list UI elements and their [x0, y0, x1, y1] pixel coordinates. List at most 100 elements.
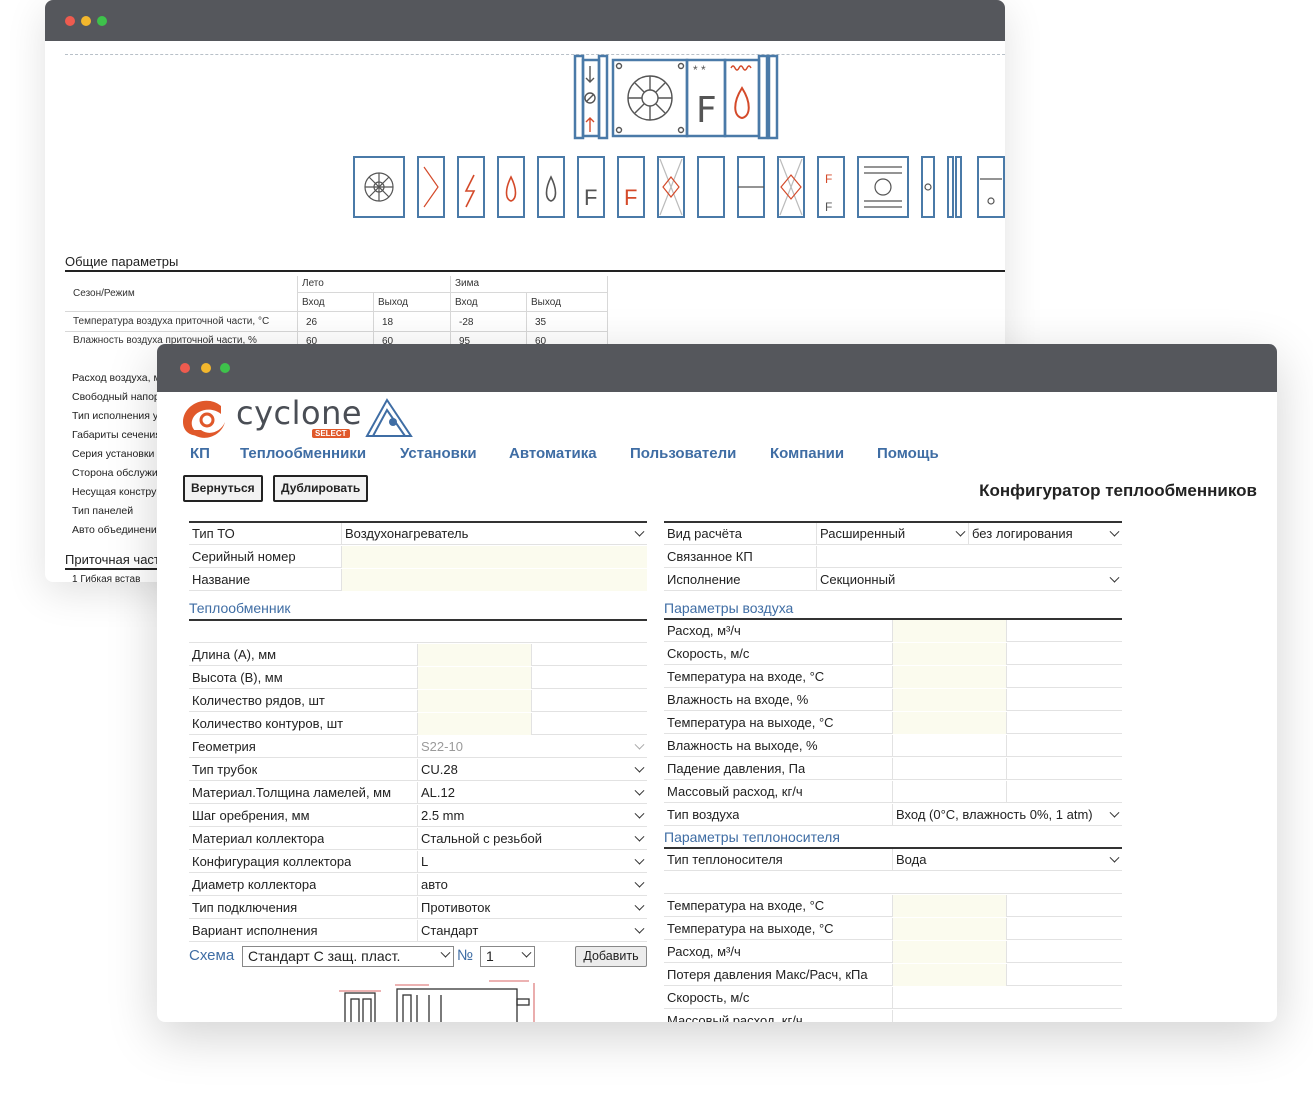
field-label: Материал.Толщина ламелей, мм	[192, 785, 392, 800]
air-flow-input[interactable]	[892, 620, 1006, 642]
collector-material-select[interactable]: Стальной с резьбой	[417, 828, 647, 850]
hx-type-select[interactable]: Воздухонагреватель	[341, 523, 647, 545]
field-label: Высота (В), мм	[192, 670, 283, 685]
scheme-select[interactable]: Стандарт С защ. пласт.	[242, 946, 454, 967]
minimize-dot[interactable]	[81, 16, 91, 26]
air-type-select[interactable]: Вход (0°C, влажность 0%, 1 atm)	[892, 804, 1122, 826]
tube-type-select[interactable]: CU.28	[417, 759, 647, 781]
minimize-dot[interactable]	[201, 363, 211, 373]
field-label: Связанное КП	[667, 549, 753, 564]
form-row-length: Длина (А), мм	[189, 644, 647, 666]
maximize-dot[interactable]	[220, 363, 230, 373]
nav-item-users[interactable]: Пользователи	[630, 445, 736, 462]
nav-item-automation[interactable]: Автоматика	[509, 445, 597, 462]
form-row-collector-config: Конфигурация коллектора L	[189, 851, 647, 873]
window-titlebar	[45, 0, 1005, 41]
divider	[65, 54, 1005, 55]
rows-input[interactable]	[417, 690, 531, 712]
field-label: Количество рядов, шт	[192, 693, 325, 708]
field-label: Тип воздуха	[667, 807, 740, 822]
number-select[interactable]: 1	[480, 946, 535, 967]
nav-item-heat-exchangers[interactable]: Теплообменники	[240, 445, 366, 462]
field-label: Тип ТО	[192, 526, 235, 541]
collector-config-select[interactable]: L	[417, 851, 647, 873]
chevron-down-icon	[440, 947, 451, 958]
form-row-air-speed: Скорость, м/с	[664, 643, 1122, 665]
left-form: Тип ТО Воздухонагреватель Серийный номер…	[189, 521, 647, 1022]
scheme-drawing	[339, 980, 535, 1022]
fin-pitch-select[interactable]: 2.5 mm	[417, 805, 647, 827]
field-label: Падение давления, Па	[667, 761, 806, 776]
mass-flow-value	[892, 781, 1006, 803]
field-label: Количество контуров, шт	[192, 716, 344, 731]
serial-number-input[interactable]	[341, 546, 647, 568]
form-row-coolant-type: Тип теплоносителя Вода	[664, 849, 1122, 871]
nav-item-help[interactable]: Помощь	[877, 445, 939, 462]
table-cell[interactable]: 35	[535, 317, 546, 328]
coolant-type-select[interactable]: Вода	[892, 849, 1122, 871]
air-temp-out-input[interactable]	[892, 712, 1006, 734]
divider	[65, 270, 1005, 272]
form-row-coolant-flow: Расход, м³/ч	[664, 941, 1122, 963]
heat-exchanger-title: Теплообменник	[189, 600, 291, 616]
add-button[interactable]: Добавить	[575, 946, 647, 967]
field-label: Расход, м³/ч	[667, 623, 741, 638]
nav-item-units[interactable]: Установки	[400, 445, 477, 462]
nav-item-companies[interactable]: Компании	[770, 445, 844, 462]
coolant-temp-out-input[interactable]	[892, 918, 1006, 940]
coolant-pressure-input[interactable]	[892, 964, 1006, 986]
general-params-title: Общие параметры	[65, 254, 179, 269]
length-input[interactable]	[417, 644, 531, 666]
winter-header: Зима	[455, 278, 480, 289]
logging-select[interactable]: без логирования	[968, 523, 1122, 545]
chevron-down-icon	[1109, 572, 1120, 583]
form-row-air-humidity-out: Влажность на выходе, %	[664, 735, 1122, 757]
pressure-drop-value	[892, 758, 1006, 780]
table-cell[interactable]: 26	[306, 317, 317, 328]
field-label: Температура на входе, °C	[667, 669, 825, 684]
air-speed-input[interactable]	[892, 643, 1006, 665]
table-row-label: Температура воздуха приточной части, °C	[73, 316, 270, 327]
variant-select[interactable]: Стандарт	[417, 920, 647, 942]
cyclone-logo[interactable]: cyclone SELECT	[181, 394, 421, 451]
maximize-dot[interactable]	[97, 16, 107, 26]
form-row-empty	[189, 621, 647, 643]
summer-header: Лето	[302, 278, 324, 289]
chevron-down-icon	[1109, 807, 1120, 818]
fin-material-select[interactable]: AL.12	[417, 782, 647, 804]
right-form: Вид расчёта Расширенный без логирования …	[664, 521, 1122, 1022]
form-row-spacer	[664, 872, 1122, 894]
connection-type-select[interactable]: Противоток	[417, 897, 647, 919]
circuits-input[interactable]	[417, 713, 531, 735]
name-input[interactable]	[341, 569, 647, 591]
air-humidity-in-input[interactable]	[892, 689, 1006, 711]
field-label: Расход, м³/ч	[667, 944, 741, 959]
coolant-temp-in-input[interactable]	[892, 895, 1006, 917]
close-dot[interactable]	[180, 363, 190, 373]
geometry-select[interactable]: S22-10	[417, 736, 647, 758]
air-temp-in-input[interactable]	[892, 666, 1006, 688]
component-palette[interactable]: F F F F	[352, 155, 1005, 221]
coolant-flow-input[interactable]	[892, 941, 1006, 963]
field-label: Конфигурация коллектора	[192, 854, 352, 869]
coolant-temp-in-result	[1006, 895, 1122, 917]
field-label: Температура на выходе, °C	[667, 921, 834, 936]
linked-kp-input[interactable]	[816, 546, 1122, 568]
list-item: Несущая констру	[72, 486, 157, 498]
form-row-air-temp-in: Температура на входе, °C	[664, 666, 1122, 688]
chevron-down-icon	[955, 526, 966, 537]
nav-item-kp[interactable]: КП	[190, 445, 210, 462]
calc-type-select[interactable]: Расширенный	[816, 523, 968, 545]
height-input[interactable]	[417, 667, 531, 689]
collector-diameter-select[interactable]: авто	[417, 874, 647, 896]
table-cell[interactable]: 18	[382, 317, 393, 328]
winter-in-header: Вход	[455, 297, 478, 308]
height-result	[531, 667, 647, 689]
chevron-down-icon	[1109, 526, 1120, 537]
back-button[interactable]: Вернуться	[183, 475, 263, 502]
table-cell[interactable]: -28	[459, 317, 473, 328]
execution-select[interactable]: Секционный	[816, 569, 1122, 591]
close-dot[interactable]	[65, 16, 75, 26]
form-row-execution: Исполнение Секционный	[664, 569, 1122, 591]
duplicate-button[interactable]: Дублировать	[273, 475, 369, 502]
